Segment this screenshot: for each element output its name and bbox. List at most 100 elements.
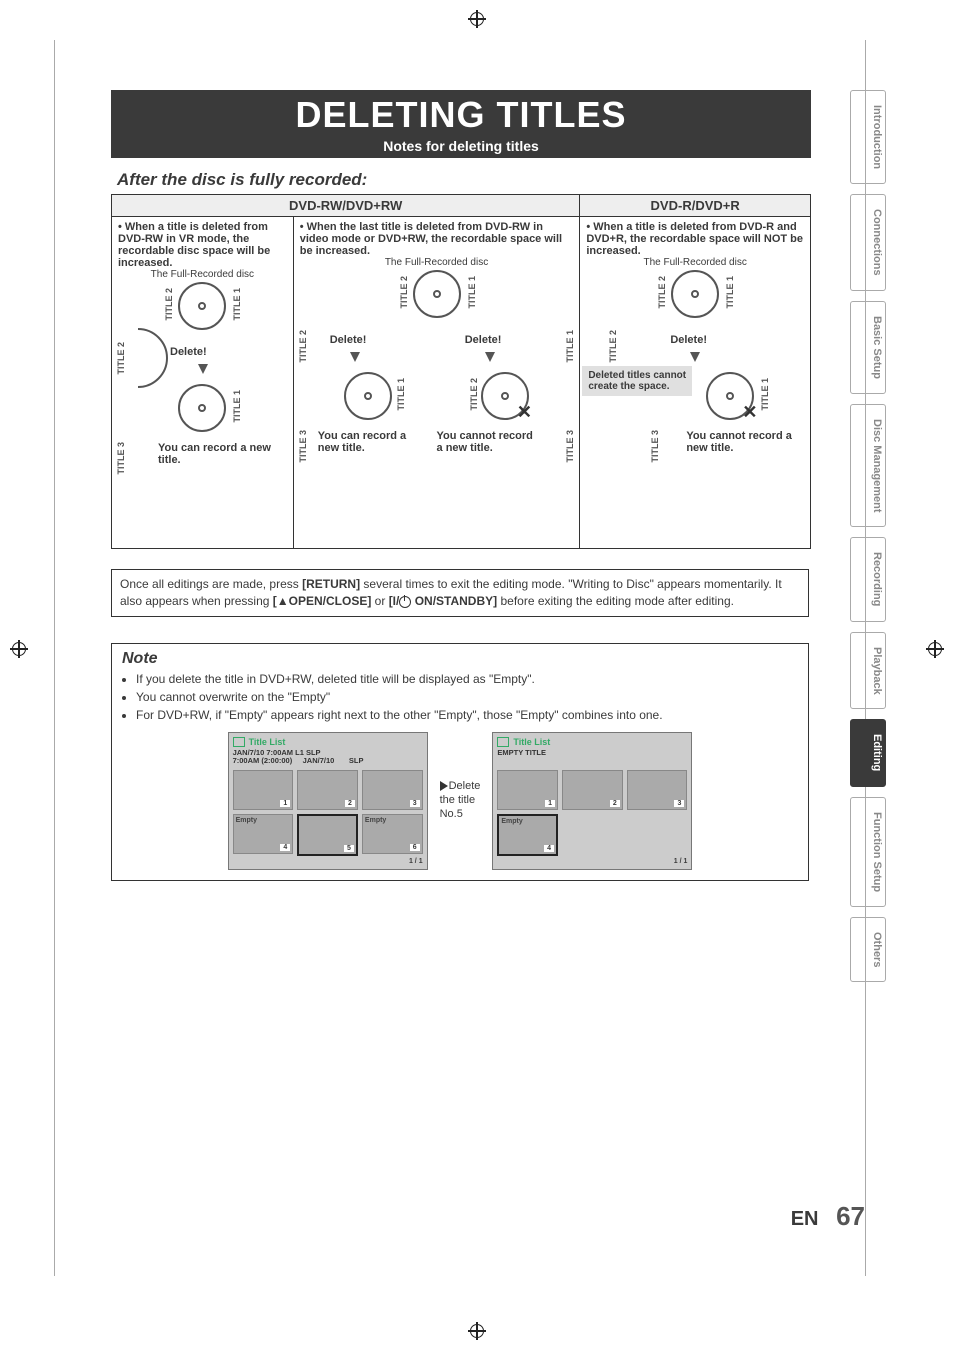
page-number: 67	[836, 1201, 865, 1231]
note-list: If you delete the title in DVD+RW, delet…	[122, 672, 798, 722]
registration-mark-icon	[468, 1322, 486, 1340]
title-tile: 3	[362, 770, 423, 810]
tl-footer: 1 / 1	[497, 858, 687, 865]
page-language: EN	[791, 1208, 819, 1230]
registration-mark-icon	[926, 640, 944, 658]
tile-grid: 1 2 3 Empty 4 5 Empty6	[233, 770, 423, 856]
tl-header: Title List	[233, 737, 423, 747]
registration-mark-icon	[468, 10, 486, 28]
title-tile: 1	[233, 770, 294, 810]
cell-bullet: • When the last title is deleted from DV…	[300, 221, 574, 257]
section-tab[interactable]: Function Setup	[850, 797, 886, 907]
title-bar: DELETING TITLES Notes for deleting title…	[111, 90, 811, 158]
disc-label: TITLE 1	[467, 276, 477, 309]
title-tile	[562, 814, 623, 852]
list-icon	[233, 737, 245, 747]
disc-label: TITLE 1	[760, 378, 770, 411]
disc-label: TITLE 2	[164, 288, 174, 321]
disc-label: TITLE 2	[116, 342, 126, 375]
disc-caption: The Full-Recorded disc	[300, 257, 574, 268]
disc-label: TITLE 2	[608, 330, 618, 363]
title-tile: 3	[627, 770, 688, 810]
side-tabs: Introduction Connections Basic Setup Disc M…	[850, 90, 886, 992]
section-tab[interactable]: Playback	[850, 632, 886, 710]
empty-label: Empty	[236, 817, 257, 824]
section-tab[interactable]: Connections	[850, 194, 886, 291]
tile-number: 2	[345, 800, 355, 807]
section-tab[interactable]: Recording	[850, 537, 886, 621]
text: or	[371, 594, 388, 608]
tile-number: 4	[544, 845, 554, 852]
tl-footer: 1 / 1	[233, 858, 423, 865]
title-list-after: Title List EMPTY TITLE 123Empty4 1 / 1	[492, 732, 692, 871]
tl-info: EMPTY TITLE	[497, 749, 687, 758]
result-label: You cannot record a new title.	[437, 430, 537, 454]
title-tile: 5	[297, 814, 358, 856]
standby-label: [I/ ON/STANDBY]	[389, 594, 497, 608]
note-item: You cannot overwrite on the "Empty"	[136, 690, 798, 704]
section-heading: After the disc is fully recorded:	[117, 170, 865, 190]
cell-video-mode: • When the last title is deleted from DV…	[293, 217, 580, 549]
tile-number: 2	[610, 800, 620, 807]
result-label: You can record a new title.	[158, 442, 278, 466]
deletion-table: DVD-RW/DVD+RW DVD-R/DVD+R • When a title…	[111, 194, 811, 549]
power-icon	[399, 596, 411, 608]
disc-label: TITLE 2	[298, 330, 308, 363]
section-tab[interactable]: Editing	[850, 719, 886, 786]
grey-caption: Deleted titles cannot create the space.	[582, 366, 692, 396]
tile-number: 4	[280, 844, 290, 851]
disc-label: TITLE 2	[657, 276, 667, 309]
disc-label: TITLE 1	[396, 378, 406, 411]
arrow-down-icon	[485, 352, 495, 362]
section-tab[interactable]: Basic Setup	[850, 301, 886, 394]
tl-header: Title List	[497, 737, 687, 747]
section-tab[interactable]: Introduction	[850, 90, 886, 184]
tile-number: 3	[674, 800, 684, 807]
text: Once all editings are made, press	[120, 577, 302, 591]
page-title: DELETING TITLES	[111, 90, 811, 138]
registration-mark-icon	[10, 640, 28, 658]
title-list-before: Title List JAN/7/10 7:00AM L1 SLP 7:00AM…	[228, 732, 428, 870]
tile-number: 5	[344, 845, 354, 852]
title-tile: 2	[297, 770, 358, 810]
return-instruction-box: Once all editings are made, press [RETUR…	[111, 569, 809, 617]
disc-caption: The Full-Recorded disc	[586, 257, 804, 268]
disc-label: TITLE 1	[232, 390, 242, 423]
disc-label: TITLE 3	[650, 430, 660, 463]
delete-label: Delete!	[465, 334, 502, 346]
title-tile	[627, 814, 688, 852]
list-icon	[497, 737, 509, 747]
header-rw: DVD-RW/DVD+RW	[112, 195, 580, 217]
tile-number: 1	[545, 800, 555, 807]
disc-label: TITLE 2	[399, 276, 409, 309]
page-footer: EN 67	[791, 1201, 865, 1232]
section-tab[interactable]: Disc Management	[850, 404, 886, 528]
header-r: DVD-R/DVD+R	[580, 195, 811, 217]
arrow-down-icon	[350, 352, 360, 362]
result-label: You can record a new title.	[318, 430, 418, 454]
cell-bullet: • When a title is deleted from DVD-RW in…	[118, 221, 287, 269]
delete-label: Delete!	[330, 334, 367, 346]
title-list-row: Title List JAN/7/10 7:00AM L1 SLP 7:00AM…	[122, 732, 798, 871]
tile-grid: 123Empty4	[497, 770, 687, 856]
title-tile: Empty 4	[233, 814, 294, 854]
delete-label: Delete!	[170, 346, 207, 358]
page-subtitle: Notes for deleting titles	[111, 138, 811, 158]
page-content: DELETING TITLES Notes for deleting title…	[54, 40, 866, 1276]
disc-caption: The Full-Recorded disc	[118, 269, 287, 280]
title-tile: Empty6	[362, 814, 423, 854]
x-mark-icon: ✕	[742, 402, 757, 423]
arrow-caption: Delete the title No.5	[440, 780, 481, 821]
result-label: You cannot record a new title.	[686, 430, 796, 454]
note-box: Note If you delete the title in DVD+RW, …	[111, 643, 809, 882]
disc-label: TITLE 3	[298, 430, 308, 463]
open-close-label: [OPEN/CLOSE]	[273, 594, 372, 608]
tile-number: 3	[410, 800, 420, 807]
cell-bullet: • When a title is deleted from DVD-R and…	[586, 221, 804, 257]
disc-label: TITLE 1	[725, 276, 735, 309]
disc-label: TITLE 1	[565, 330, 575, 363]
section-tab[interactable]: Others	[850, 917, 886, 982]
tile-number: 6	[410, 844, 420, 851]
tile-number: 1	[280, 800, 290, 807]
title-tile: 1	[497, 770, 558, 810]
